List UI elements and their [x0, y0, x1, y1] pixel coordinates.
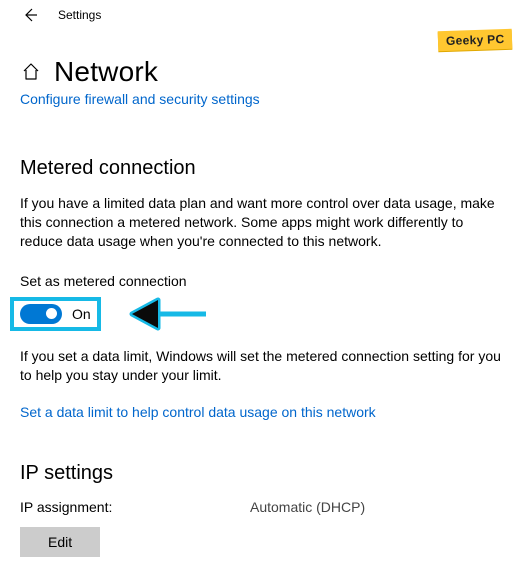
app-title: Settings — [58, 8, 101, 22]
home-icon — [20, 61, 42, 83]
metered-toggle-label: Set as metered connection — [20, 273, 508, 289]
watermark-badge: Geeky PC — [437, 29, 512, 52]
metered-toggle[interactable] — [20, 304, 62, 324]
ip-assignment-value: Automatic (DHCP) — [250, 499, 365, 515]
metered-description: If you have a limited data plan and want… — [20, 194, 508, 251]
metered-heading: Metered connection — [20, 157, 508, 180]
ip-heading: IP settings — [20, 462, 508, 485]
toggle-thumb — [46, 308, 57, 319]
data-limit-link[interactable]: Set a data limit to help control data us… — [20, 404, 376, 420]
configure-firewall-link[interactable]: Configure firewall and security settings — [20, 91, 260, 107]
metered-limit-hint: If you set a data limit, Windows will se… — [20, 347, 508, 385]
back-button[interactable] — [20, 5, 40, 25]
page-title: Network — [54, 56, 158, 88]
ip-assignment-label: IP assignment: — [20, 499, 250, 515]
edit-button[interactable]: Edit — [20, 527, 100, 557]
metered-toggle-state: On — [72, 306, 91, 322]
